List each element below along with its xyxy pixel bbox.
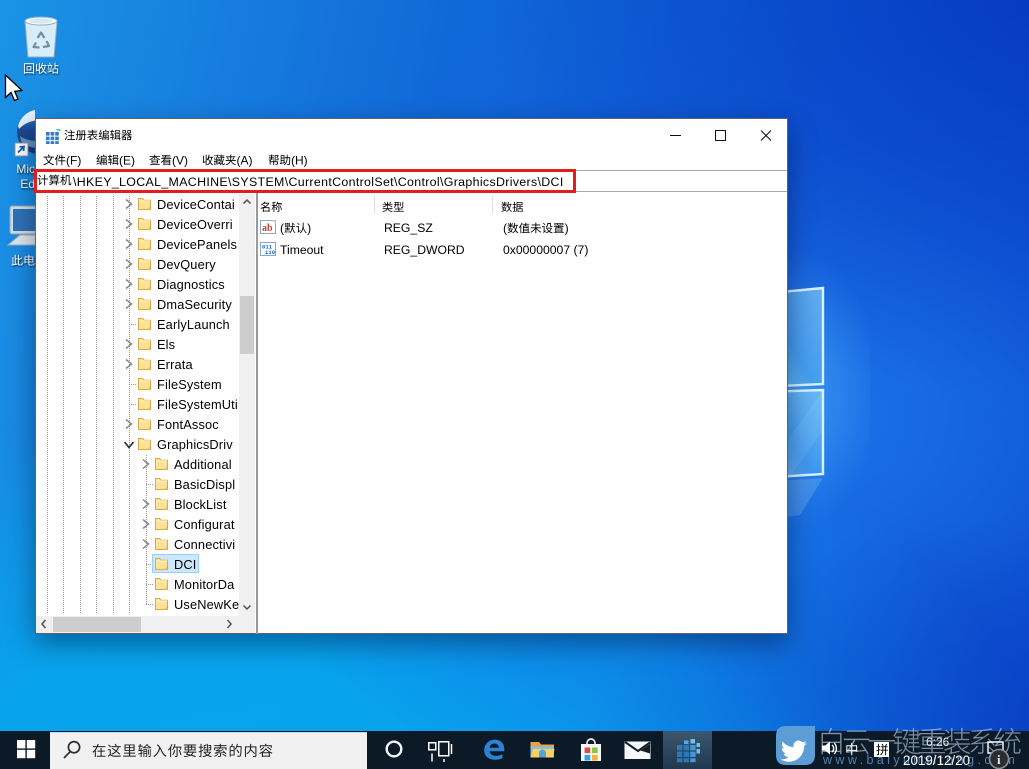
svg-text:ab: ab — [262, 223, 273, 234]
svg-text:): ) — [307, 222, 311, 235]
svg-text:110: 110 — [265, 249, 276, 256]
svg-text:(: ( — [503, 222, 507, 235]
svg-text:): ) — [565, 222, 569, 235]
svg-text:i: i — [997, 752, 1001, 767]
svg-text:(: ( — [280, 222, 284, 235]
